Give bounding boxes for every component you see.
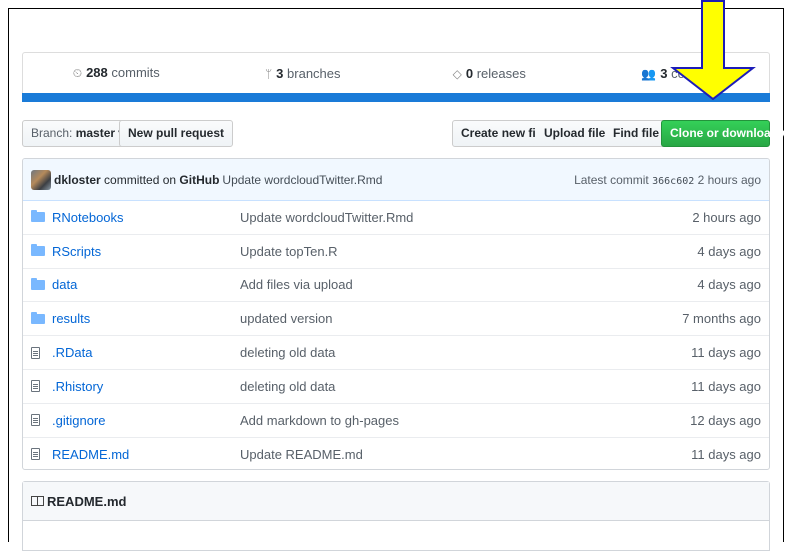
file-row: RNotebooks Update wordcloudTwitter.Rmd 2… <box>23 201 769 235</box>
file-name-link[interactable]: RScripts <box>52 244 240 259</box>
file-age: 11 days ago <box>691 345 761 361</box>
history-icon: ⏲ <box>72 66 83 80</box>
tag-icon: ◇ <box>452 66 462 81</box>
find-file-button[interactable]: Find file <box>605 120 668 147</box>
file-commit-message[interactable]: Update wordcloudTwitter.Rmd <box>240 210 692 225</box>
readme-panel: README.md <box>22 481 770 551</box>
file-commit-message[interactable]: deleting old data <box>240 345 691 360</box>
branches-link[interactable]: ᛘ3 branches <box>210 66 397 81</box>
file-icon <box>31 448 47 461</box>
latest-commit-info: Latest commit 366c602 2 hours ago <box>574 172 761 187</box>
file-row: README.md Update README.md 11 days ago <box>23 438 769 469</box>
file-age: 11 days ago <box>691 378 761 394</box>
file-icon <box>31 414 47 427</box>
folder-icon <box>31 277 47 290</box>
file-name-link[interactable]: data <box>52 277 240 292</box>
language-bar <box>22 93 770 102</box>
file-age: 11 days ago <box>691 446 761 462</box>
file-age: 12 days ago <box>690 412 761 428</box>
file-name-link[interactable]: results <box>52 311 240 326</box>
committed-on-text: committed on <box>104 172 177 187</box>
commits-link[interactable]: ⏲ 288 commits <box>23 65 210 81</box>
clone-or-download-button[interactable]: Clone or download ▾ <box>661 120 787 147</box>
file-row: .Rhistory deleting old data 11 days ago <box>23 370 769 404</box>
commit-message[interactable]: Update wordcloudTwitter.Rmd <box>222 173 382 187</box>
file-commit-message[interactable]: updated version <box>240 311 682 326</box>
file-name-link[interactable]: .Rhistory <box>52 379 240 394</box>
file-row: .RData deleting old data 11 days ago <box>23 336 769 370</box>
folder-icon <box>31 244 47 257</box>
people-icon: 👥 <box>641 66 657 81</box>
file-row: .gitignore Add markdown to gh-pages 12 d… <box>23 404 769 438</box>
commit-sha[interactable]: 366c602 <box>652 176 694 187</box>
book-icon <box>31 496 44 506</box>
file-age: 4 days ago <box>697 243 761 259</box>
file-row: RScripts Update topTen.R 4 days ago <box>23 235 769 269</box>
repo-summary: ⏲ 288 commits ᛘ3 branches ◇ 0 releases 👥 3 … <box>22 52 770 93</box>
file-name-link[interactable]: .RData <box>52 345 240 360</box>
committer-platform: GitHub <box>179 172 220 187</box>
caret-down-icon: ▾ <box>781 126 788 140</box>
branch-select-button[interactable]: Branch: master ▾ <box>22 120 134 147</box>
readme-title: README.md <box>47 493 127 509</box>
file-name-link[interactable]: .gitignore <box>52 413 240 428</box>
file-commit-message[interactable]: Add files via upload <box>240 277 697 292</box>
commit-age: 2 hours ago <box>697 172 761 187</box>
branch-icon: ᛘ <box>264 66 273 81</box>
readme-header: README.md <box>23 482 769 521</box>
file-name-link[interactable]: RNotebooks <box>52 210 240 225</box>
file-age: 2 hours ago <box>692 209 761 225</box>
annotation-arrow-icon <box>670 0 756 100</box>
file-commit-message[interactable]: Add markdown to gh-pages <box>240 413 690 428</box>
file-commit-message[interactable]: Update README.md <box>240 447 691 462</box>
folder-icon <box>31 311 47 324</box>
file-name-link[interactable]: README.md <box>52 447 240 462</box>
avatar[interactable] <box>31 169 51 190</box>
commit-author[interactable]: dkloster <box>54 173 101 187</box>
file-commit-message[interactable]: deleting old data <box>240 379 691 394</box>
file-age: 7 months ago <box>682 311 761 327</box>
folder-icon <box>31 210 47 223</box>
latest-commit-bar: dkloster committed on GitHub Update word… <box>23 159 769 201</box>
file-row: results updated version 7 months ago <box>23 302 769 337</box>
file-icon <box>31 346 47 359</box>
new-pull-request-button[interactable]: New pull request <box>119 120 234 147</box>
file-row: data Add files via upload 4 days ago <box>23 269 769 303</box>
file-age: 4 days ago <box>697 277 761 293</box>
file-icon <box>31 380 47 393</box>
file-commit-message[interactable]: Update topTen.R <box>240 244 697 259</box>
releases-link[interactable]: ◇ 0 releases <box>396 66 583 81</box>
file-table: dkloster committed on GitHub Update word… <box>22 158 770 470</box>
